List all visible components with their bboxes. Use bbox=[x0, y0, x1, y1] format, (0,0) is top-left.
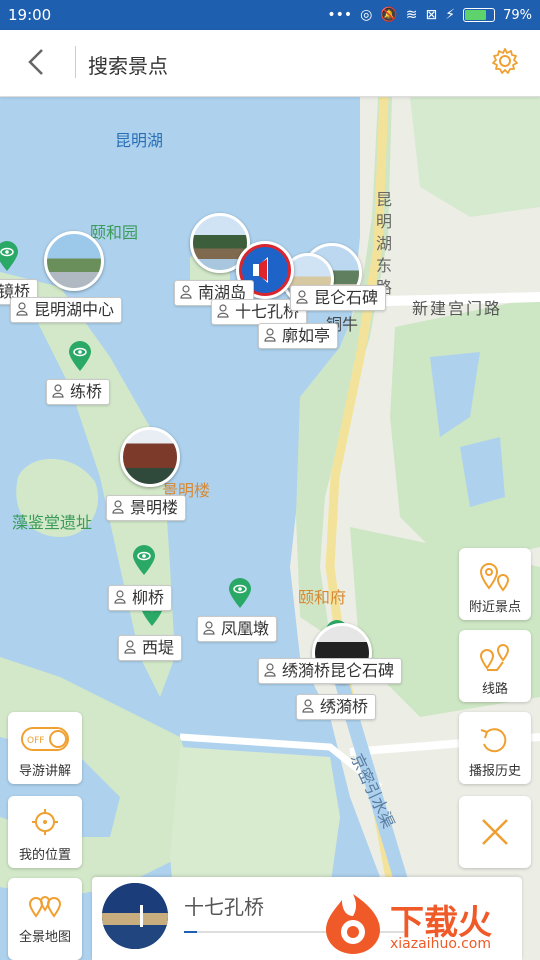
my-location-label: 我的位置 bbox=[18, 848, 71, 863]
hotspot-icon: ◎ bbox=[360, 7, 373, 23]
close-icon bbox=[482, 819, 508, 845]
battery-percent: 79% bbox=[503, 7, 532, 23]
person-icon bbox=[52, 384, 64, 398]
poi-name: 柳桥 bbox=[132, 588, 165, 607]
poi-name: 凤凰墩 bbox=[221, 619, 270, 638]
poi-label[interactable]: 凤凰墩 bbox=[197, 616, 278, 642]
yiheyuan-label: 颐和园 bbox=[90, 223, 139, 242]
poi-label[interactable]: 练桥 bbox=[46, 379, 111, 405]
svg-text:OFF: OFF bbox=[27, 736, 44, 746]
guide-label: 导游讲解 bbox=[18, 764, 71, 779]
kunming-lake-label: 昆明湖 bbox=[115, 131, 164, 150]
person-icon bbox=[180, 285, 192, 299]
poi-name: 昆仑石碑 bbox=[314, 288, 379, 307]
header-divider bbox=[75, 46, 76, 78]
route-label: 线路 bbox=[481, 682, 508, 697]
map-pin-icon[interactable] bbox=[227, 577, 253, 609]
person-icon bbox=[302, 699, 314, 713]
map-pins-icon bbox=[28, 896, 62, 918]
map-pin-icon[interactable] bbox=[131, 544, 157, 576]
person-icon bbox=[264, 663, 276, 677]
history-icon bbox=[480, 728, 507, 753]
player-title: 十七孔桥 bbox=[184, 895, 264, 919]
nearby-spots-label: 附近景点 bbox=[468, 600, 521, 615]
nearby-spots-button[interactable]: 附近景点 bbox=[459, 548, 531, 620]
guide-toggle-button[interactable]: OFF 导游讲解 bbox=[8, 712, 82, 784]
poi-name: 景明楼 bbox=[130, 498, 179, 517]
my-location-button[interactable]: 我的位置 bbox=[8, 796, 82, 868]
map-pin-icon[interactable] bbox=[0, 240, 20, 272]
kunming-east-road-label: 昆明湖东路 bbox=[376, 190, 393, 297]
poi-label[interactable]: 柳桥 bbox=[108, 585, 173, 611]
poi-label[interactable]: 西堤 bbox=[118, 635, 183, 661]
person-icon bbox=[296, 290, 308, 304]
close-button[interactable] bbox=[459, 796, 531, 868]
history-label: 播报历史 bbox=[468, 764, 521, 779]
route-icon bbox=[479, 644, 510, 671]
bridge-photo-icon bbox=[102, 883, 168, 949]
person-icon bbox=[124, 640, 136, 654]
sim-icon: ⊠ bbox=[425, 7, 438, 23]
poi-name: 绣漪桥昆仑石碑 bbox=[282, 661, 395, 680]
history-button[interactable]: 播报历史 bbox=[459, 712, 531, 784]
watermark-site: xiazaihuo.com bbox=[390, 936, 491, 952]
poi-name: 廓如亭 bbox=[282, 326, 331, 345]
poi-label[interactable]: 景明楼 bbox=[106, 495, 187, 521]
more-dots-icon: ••• bbox=[327, 7, 353, 23]
location-pin-icon bbox=[479, 563, 510, 592]
player-thumbnail[interactable] bbox=[102, 883, 168, 949]
person-icon bbox=[264, 328, 276, 342]
zaojiantang-label: 藻鉴堂遗址 bbox=[12, 513, 93, 532]
player-progress-fill bbox=[184, 931, 198, 933]
poi-label[interactable]: 昆明湖中心 bbox=[10, 297, 123, 323]
yiheyuan-road-label: 颐和府 bbox=[298, 588, 347, 607]
status-icons: ••• ◎ 🔕 ≋ ⊠ ⚡ 79% bbox=[327, 0, 532, 30]
poi-label[interactable]: 绣漪桥昆仑石碑 bbox=[258, 658, 403, 684]
scenic-photo-marker[interactable] bbox=[44, 231, 104, 291]
overview-map-button[interactable]: 全景地图 bbox=[8, 878, 82, 960]
charging-icon: ⚡ bbox=[445, 7, 456, 23]
toggle-switch-icon: OFF bbox=[21, 727, 69, 751]
poi-label[interactable]: 绣漪桥 bbox=[296, 694, 377, 720]
battery-fill bbox=[465, 10, 486, 20]
mute-bell-icon: 🔕 bbox=[380, 7, 398, 23]
status-bar: 19:00 ••• ◎ 🔕 ≋ ⊠ ⚡ 79% bbox=[0, 0, 540, 30]
chevron-left-icon bbox=[28, 49, 43, 75]
battery-icon bbox=[463, 8, 496, 22]
settings-button[interactable] bbox=[490, 46, 520, 76]
poi-label[interactable]: 廓如亭 bbox=[258, 323, 339, 349]
back-button[interactable] bbox=[22, 44, 52, 80]
gear-icon bbox=[492, 48, 518, 74]
poi-name: 西堤 bbox=[142, 638, 175, 657]
status-time: 19:00 bbox=[8, 6, 52, 24]
flame-logo-icon bbox=[326, 894, 380, 954]
poi-name: 练桥 bbox=[70, 382, 103, 401]
map-pin-icon[interactable] bbox=[67, 340, 93, 372]
person-icon bbox=[217, 304, 229, 318]
crosshair-icon bbox=[32, 809, 58, 835]
page-title: 搜索景点 bbox=[88, 54, 168, 78]
poi-name: 昆明湖中心 bbox=[34, 300, 115, 319]
scenic-photo-marker[interactable] bbox=[120, 427, 180, 487]
route-button[interactable]: 线路 bbox=[459, 630, 531, 702]
wifi-icon: ≋ bbox=[405, 7, 418, 23]
poi-name: 绣漪桥 bbox=[320, 697, 369, 716]
person-icon bbox=[203, 621, 215, 635]
overview-map-label: 全景地图 bbox=[18, 930, 71, 945]
person-icon bbox=[112, 500, 124, 514]
poi-label[interactable]: 昆仑石碑 bbox=[290, 285, 387, 311]
person-icon bbox=[114, 590, 126, 604]
person-icon bbox=[16, 302, 28, 316]
header: 搜索景点 bbox=[0, 30, 540, 97]
xinjiangong-road-label: 新建宫门路 bbox=[412, 299, 503, 318]
